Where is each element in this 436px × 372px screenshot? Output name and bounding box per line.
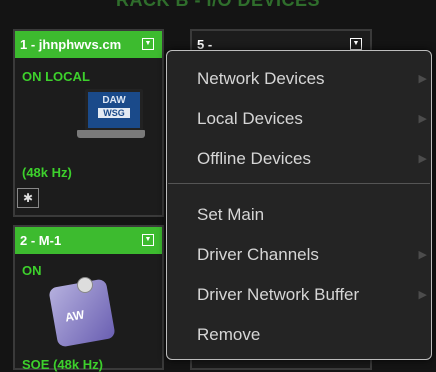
slot-title: 2 - M-1	[20, 233, 62, 248]
chevron-right-icon: ▶	[418, 113, 427, 125]
context-menu: Network Devices ▶ Local Devices ▶ Offlin…	[166, 50, 432, 360]
menu-item-label: Local Devices	[197, 109, 303, 128]
dropdown-square-icon[interactable]: ▼	[142, 38, 154, 50]
chevron-right-icon: ▶	[418, 73, 427, 85]
menu-item-driver-channels[interactable]: Driver Channels ▶	[197, 240, 427, 270]
laptop-icon: DAW WSG	[77, 86, 145, 148]
menu-item-label: Driver Network Buffer	[197, 285, 360, 304]
menu-item-offline-devices[interactable]: Offline Devices ▶	[197, 144, 427, 174]
menu-item-label: Remove	[197, 325, 261, 344]
dropdown-square-icon[interactable]: ▼	[142, 234, 154, 246]
gear-icon[interactable]: ✱	[17, 188, 39, 208]
slot-status: ON LOCAL	[22, 69, 90, 84]
slot-status: ON	[22, 263, 42, 278]
dropdown-square-icon[interactable]: ▼	[350, 38, 362, 50]
menu-item-label: Driver Channels	[197, 245, 319, 264]
slot-header[interactable]: 1 - jhnphwvs.cm ▼	[15, 31, 162, 58]
menu-item-local-devices[interactable]: Local Devices ▶	[197, 104, 427, 134]
chevron-right-icon: ▶	[418, 289, 427, 301]
audio-interface-icon: AW	[43, 275, 121, 351]
slot-sample-rate: SOE (48k Hz)	[22, 357, 103, 372]
chevron-right-icon: ▶	[418, 249, 427, 261]
menu-item-remove[interactable]: Remove	[197, 320, 423, 350]
menu-item-label: Set Main	[197, 205, 265, 224]
laptop-screen-line2: WSG	[98, 108, 130, 118]
menu-item-label: Offline Devices	[197, 149, 312, 168]
menu-item-label: Network Devices	[197, 69, 325, 88]
rack-title: RACK B - I/O DEVICES	[115, 0, 321, 10]
menu-item-set-main[interactable]: Set Main	[197, 200, 423, 230]
laptop-screen-line1: DAW	[102, 95, 126, 106]
menu-item-network-devices[interactable]: Network Devices ▶	[197, 64, 427, 94]
menu-item-driver-network-buffer[interactable]: Driver Network Buffer ▶	[197, 280, 427, 310]
slot-title: 1 - jhnphwvs.cm	[20, 37, 122, 52]
chevron-right-icon: ▶	[418, 153, 427, 165]
slot-sample-rate: (48k Hz)	[22, 165, 72, 180]
slot-header[interactable]: 2 - M-1 ▼	[15, 227, 162, 254]
menu-separator	[168, 183, 430, 184]
